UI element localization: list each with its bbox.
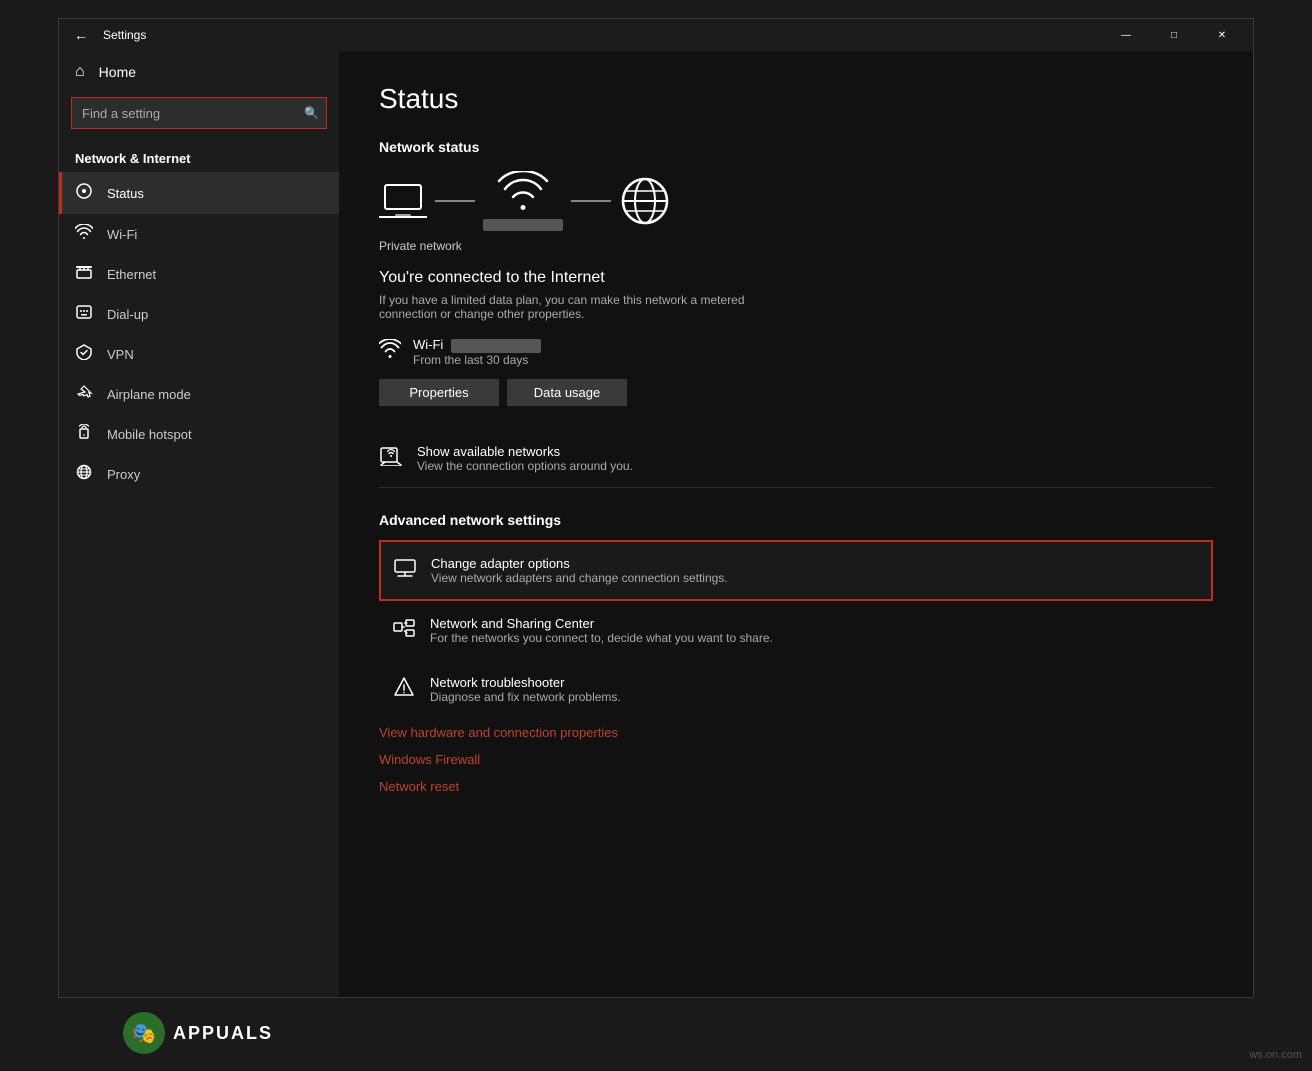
network-sharing-title: Network and Sharing Center — [430, 616, 773, 631]
globe-icon — [619, 175, 671, 227]
wifi-ssid-blur — [451, 339, 541, 353]
troubleshooter-title: Network troubleshooter — [430, 675, 621, 690]
sidebar-item-vpn[interactable]: VPN — [59, 334, 339, 374]
network-sharing-desc: For the networks you connect to, decide … — [430, 631, 773, 645]
network-sharing-icon — [392, 619, 416, 642]
sidebar-section-title: Network & Internet — [59, 141, 339, 172]
sidebar-item-dialup[interactable]: Dial-up — [59, 294, 339, 334]
network-line-1 — [435, 200, 475, 202]
sidebar-item-status[interactable]: Status — [59, 172, 339, 214]
window-controls: — □ ✕ — [1103, 19, 1245, 51]
sidebar-item-airplane[interactable]: Airplane mode — [59, 374, 339, 414]
wifi-days: From the last 30 days — [413, 353, 541, 367]
wifi-ssid: Wi-Fi — [413, 337, 541, 353]
available-networks-text: Show available networks View the connect… — [417, 444, 633, 473]
sidebar-home[interactable]: ⌂ Home — [59, 51, 339, 93]
sidebar-item-airplane-label: Airplane mode — [107, 387, 191, 402]
sidebar-item-wifi[interactable]: Wi-Fi — [59, 214, 339, 254]
wifi-label-blur — [483, 219, 563, 231]
watermark-text: APPUALS — [173, 1023, 273, 1044]
hotspot-icon — [75, 424, 93, 444]
change-adapter-desc: View network adapters and change connect… — [431, 571, 728, 585]
sidebar-item-hotspot[interactable]: Mobile hotspot — [59, 414, 339, 454]
page-title: Status — [379, 83, 1213, 115]
watermark-circle: 🎭 — [123, 1012, 165, 1054]
troubleshooter-desc: Diagnose and fix network problems. — [430, 690, 621, 704]
airplane-icon — [75, 384, 93, 404]
available-networks-desc: View the connection options around you. — [417, 459, 633, 473]
search-input[interactable] — [71, 97, 327, 129]
main-panel: Status Network status — [339, 51, 1253, 997]
dialup-icon — [75, 304, 93, 324]
wifi-node-icon — [497, 171, 549, 215]
data-usage-button[interactable]: Data usage — [507, 379, 627, 406]
minimize-button[interactable]: — — [1103, 19, 1149, 51]
network-sharing-text: Network and Sharing Center For the netwo… — [430, 616, 773, 645]
wifi-info-icon — [379, 339, 401, 365]
laptop-icon-container — [379, 181, 427, 221]
sidebar-item-vpn-label: VPN — [107, 347, 134, 362]
network-troubleshooter[interactable]: Network troubleshooter Diagnose and fix … — [379, 660, 1213, 719]
ethernet-icon — [75, 264, 93, 284]
sidebar-item-proxy[interactable]: Proxy — [59, 454, 339, 494]
watermark-logo: 🎭 APPUALS — [123, 1012, 273, 1054]
bottom-right-watermark: ws.on.com — [1249, 1049, 1302, 1061]
laptop-icon — [379, 181, 427, 221]
close-button[interactable]: ✕ — [1199, 19, 1245, 51]
advanced-settings-title: Advanced network settings — [379, 512, 1213, 528]
show-available-networks[interactable]: Show available networks View the connect… — [379, 430, 1213, 488]
change-adapter-options[interactable]: Change adapter options View network adap… — [379, 540, 1213, 601]
troubleshooter-text: Network troubleshooter Diagnose and fix … — [430, 675, 621, 704]
sidebar-item-ethernet-label: Ethernet — [107, 267, 156, 282]
network-caption: Private network — [379, 239, 1213, 253]
connected-title: You're connected to the Internet — [379, 269, 1213, 287]
vpn-icon — [75, 344, 93, 364]
back-button[interactable]: ← — [67, 21, 95, 49]
appuals-watermark: 🎭 APPUALS — [58, 1003, 338, 1063]
globe-icon-container — [619, 175, 671, 227]
sidebar-search-container: 🔍 — [71, 97, 327, 129]
wifi-info-text: Wi-Fi From the last 30 days — [413, 337, 541, 367]
content-area: ⌂ Home 🔍 Network & Internet Status — [59, 51, 1253, 997]
settings-window: ← Settings — □ ✕ ⌂ Home 🔍 Network & Inte… — [58, 18, 1254, 998]
action-buttons: Properties Data usage — [379, 379, 1213, 406]
wifi-node-container — [483, 171, 563, 231]
properties-button[interactable]: Properties — [379, 379, 499, 406]
troubleshooter-icon — [392, 676, 416, 703]
proxy-icon — [75, 464, 93, 484]
network-status-section-title: Network status — [379, 139, 1213, 155]
network-sharing-center[interactable]: Network and Sharing Center For the netwo… — [379, 601, 1213, 660]
sidebar-item-wifi-label: Wi-Fi — [107, 227, 137, 242]
titlebar: ← Settings — □ ✕ — [59, 19, 1253, 51]
network-reset-link[interactable]: Network reset — [379, 773, 1213, 800]
sidebar-item-ethernet[interactable]: Ethernet — [59, 254, 339, 294]
sidebar: ⌂ Home 🔍 Network & Internet Status — [59, 51, 339, 997]
window-title: Settings — [103, 28, 1103, 42]
windows-firewall-link[interactable]: Windows Firewall — [379, 746, 1213, 773]
search-icon: 🔍 — [304, 106, 319, 120]
change-adapter-icon — [393, 559, 417, 582]
sidebar-item-status-label: Status — [107, 186, 144, 201]
sidebar-item-dialup-label: Dial-up — [107, 307, 148, 322]
home-icon: ⌂ — [75, 63, 85, 81]
available-networks-title: Show available networks — [417, 444, 633, 459]
hardware-props-link[interactable]: View hardware and connection properties — [379, 719, 1213, 746]
wifi-info-row: Wi-Fi From the last 30 days — [379, 337, 1213, 367]
connected-desc: If you have a limited data plan, you can… — [379, 293, 799, 321]
change-adapter-text: Change adapter options View network adap… — [431, 556, 728, 585]
sidebar-home-label: Home — [99, 64, 136, 80]
sidebar-item-hotspot-label: Mobile hotspot — [107, 427, 192, 442]
network-status-visual — [379, 171, 1213, 231]
status-icon — [75, 182, 93, 204]
sidebar-item-proxy-label: Proxy — [107, 467, 140, 482]
network-line-2 — [571, 200, 611, 202]
available-networks-icon — [379, 444, 403, 472]
wifi-icon — [75, 224, 93, 244]
change-adapter-title: Change adapter options — [431, 556, 728, 571]
maximize-button[interactable]: □ — [1151, 19, 1197, 51]
